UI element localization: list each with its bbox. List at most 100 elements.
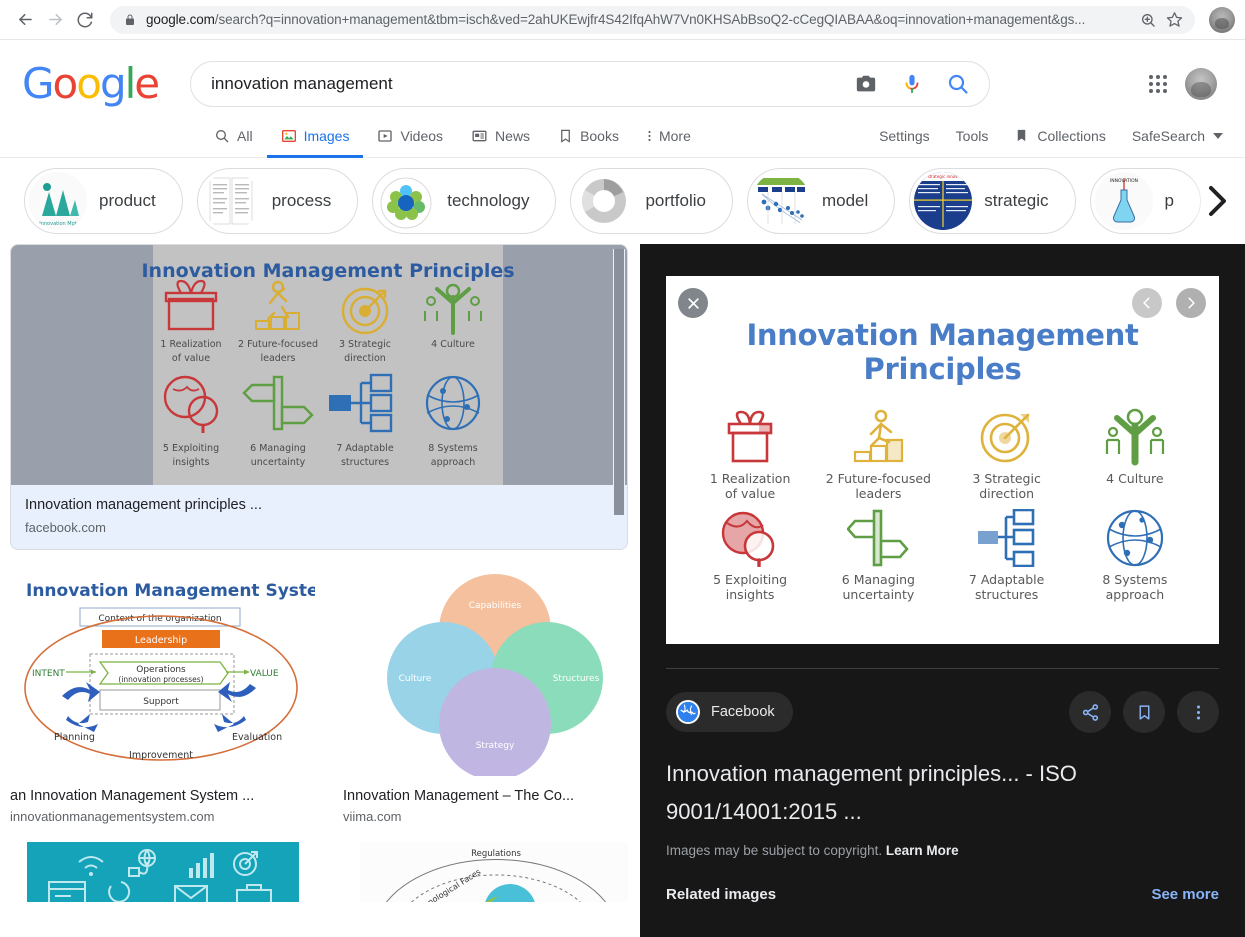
featured-result-thumbnail[interactable]: Innovation Management Principles 1 Reali… bbox=[11, 245, 627, 485]
result-title[interactable]: an Innovation Management System ... bbox=[10, 788, 315, 804]
principle-caption: 7 Adaptable structures bbox=[968, 572, 1045, 602]
tab-all[interactable]: All bbox=[200, 128, 267, 157]
chip-strategic[interactable]: strategic innov. strategic bbox=[909, 168, 1076, 234]
svg-text:INTENT: INTENT bbox=[32, 669, 65, 679]
search-icon[interactable] bbox=[935, 62, 981, 106]
tab-images[interactable]: Images bbox=[266, 128, 364, 158]
featured-result-title[interactable]: Innovation management principles ... bbox=[25, 495, 613, 515]
result-thumbnail[interactable] bbox=[10, 842, 315, 902]
results-row-3: Regulations Technological Faces bbox=[10, 842, 628, 902]
svg-text:VALUE: VALUE bbox=[250, 669, 279, 679]
microphone-icon[interactable] bbox=[889, 62, 935, 106]
google-apps-grid-icon[interactable] bbox=[1149, 75, 1167, 93]
tab-books[interactable]: Books bbox=[544, 128, 633, 157]
principle-caption: 4 Culture bbox=[1106, 471, 1164, 486]
forward-button[interactable] bbox=[40, 5, 70, 35]
tab-videos[interactable]: Videos bbox=[363, 128, 457, 157]
back-button[interactable] bbox=[10, 5, 40, 35]
preview-image-heading: Innovation Management Principles bbox=[746, 318, 1139, 386]
zoom-in-icon[interactable] bbox=[1135, 7, 1161, 33]
profile-avatar[interactable] bbox=[1209, 6, 1235, 33]
close-icon bbox=[687, 297, 699, 309]
svg-text:Support: Support bbox=[143, 697, 179, 707]
principle-caption: 2 Future-focused leaders bbox=[825, 471, 931, 501]
chip-process[interactable]: process bbox=[196, 168, 359, 234]
camera-search-icon[interactable] bbox=[843, 62, 889, 106]
source-site-button[interactable]: Facebook bbox=[666, 692, 793, 732]
tab-books-label: Books bbox=[580, 128, 619, 144]
more-options-button[interactable] bbox=[1177, 691, 1219, 733]
people-group-icon bbox=[1104, 404, 1166, 466]
tab-all-label: All bbox=[237, 128, 253, 144]
chips-scroll-right-button[interactable] bbox=[1189, 168, 1245, 234]
principle-3: 3 Strategic direction bbox=[943, 404, 1071, 501]
svg-text:7 Adaptable: 7 Adaptable bbox=[336, 443, 393, 454]
principle-2: 2 Future-focused leaders bbox=[814, 404, 942, 501]
svg-text:Evaluation: Evaluation bbox=[232, 732, 282, 743]
back-arrow-icon bbox=[18, 13, 32, 26]
google-logo[interactable]: Google bbox=[22, 63, 160, 105]
svg-text:Innovation Mgt: Innovation Mgt bbox=[39, 221, 77, 227]
results-row-2: Innovation Management System Context of … bbox=[10, 568, 628, 824]
result-item[interactable]: Innovation Management System Context of … bbox=[10, 568, 315, 824]
svg-text:Regulations: Regulations bbox=[471, 849, 521, 859]
image-results-column: Innovation Management Principles 1 Reali… bbox=[10, 244, 628, 937]
chip-thumbnail bbox=[377, 172, 436, 230]
search-box[interactable] bbox=[190, 61, 991, 107]
chip-portfolio[interactable]: portfolio bbox=[570, 168, 733, 234]
address-bar[interactable]: google.com/search?q=innovation+managemen… bbox=[110, 5, 1195, 34]
preview-image-container[interactable]: Innovation Management Principles 1 Reali… bbox=[666, 276, 1219, 644]
tab-news[interactable]: News bbox=[457, 128, 544, 157]
share-button[interactable] bbox=[1069, 691, 1111, 733]
related-images-row: Related images See more bbox=[666, 886, 1219, 903]
tools-link[interactable]: Tools bbox=[956, 128, 989, 144]
result-item[interactable] bbox=[10, 842, 315, 902]
card-scrollbar[interactable] bbox=[613, 249, 625, 515]
result-item[interactable]: Regulations Technological Faces bbox=[343, 842, 628, 902]
share-icon bbox=[1082, 703, 1098, 721]
close-preview-button[interactable] bbox=[678, 288, 708, 318]
chip-thumbnail: Innovation Mgt bbox=[29, 172, 87, 230]
chip-product[interactable]: Innovation Mgt product bbox=[24, 168, 183, 234]
reload-button[interactable] bbox=[70, 5, 100, 35]
account-avatar[interactable] bbox=[1185, 68, 1217, 100]
signpost-icon bbox=[847, 505, 910, 567]
url-path: /search?q=innovation+management&tbm=isch… bbox=[214, 12, 1086, 27]
result-item[interactable]: Capabilities Culture Structures Strategy… bbox=[343, 568, 628, 824]
preview-title[interactable]: Innovation management principles... - IS… bbox=[666, 755, 1219, 831]
running-person-steps-icon bbox=[847, 404, 909, 466]
star-icon[interactable] bbox=[1161, 7, 1187, 33]
previous-image-button[interactable] bbox=[1132, 288, 1162, 318]
see-more-link[interactable]: See more bbox=[1151, 886, 1219, 903]
safesearch-dropdown[interactable]: SafeSearch bbox=[1132, 128, 1223, 144]
copyright-notice: Images may be subject to copyright. Lear… bbox=[666, 843, 1219, 858]
svg-text:structures: structures bbox=[341, 457, 389, 468]
principle-7: 7 Adaptable structures bbox=[943, 505, 1071, 602]
next-image-button[interactable] bbox=[1176, 288, 1206, 318]
svg-text:3 Strategic: 3 Strategic bbox=[339, 339, 391, 350]
save-button[interactable] bbox=[1123, 691, 1165, 733]
source-site-label: Facebook bbox=[711, 704, 775, 720]
result-thumbnail[interactable]: Capabilities Culture Structures Strategy bbox=[343, 568, 628, 776]
result-thumbnail[interactable]: Regulations Technological Faces bbox=[343, 842, 628, 902]
tab-more-label: More bbox=[658, 128, 691, 144]
chip-label: portfolio bbox=[645, 191, 706, 210]
result-thumbnail[interactable]: Innovation Management System Context of … bbox=[10, 568, 315, 776]
principle-caption: 5 Exploiting insights bbox=[713, 572, 788, 602]
svg-text:Innovation Management System: Innovation Management System bbox=[26, 581, 315, 601]
chip-technology[interactable]: technology bbox=[372, 168, 557, 234]
principle-5: 5 Exploiting insights bbox=[686, 505, 814, 602]
principle-6: 6 Managing uncertainty bbox=[814, 505, 942, 602]
tab-more[interactable]: More bbox=[633, 128, 705, 157]
collections-link[interactable]: Collections bbox=[1014, 127, 1106, 144]
chip-model[interactable]: model bbox=[746, 168, 896, 234]
chip-p[interactable]: INNOVATION p bbox=[1089, 168, 1201, 234]
featured-result-card[interactable]: Innovation Management Principles 1 Reali… bbox=[10, 244, 628, 550]
more-vertical-icon bbox=[648, 130, 651, 142]
browser-toolbar: google.com/search?q=innovation+managemen… bbox=[0, 0, 1245, 40]
settings-link[interactable]: Settings bbox=[879, 128, 930, 144]
search-input[interactable] bbox=[211, 74, 844, 94]
tab-videos-label: Videos bbox=[400, 128, 444, 144]
learn-more-link[interactable]: Learn More bbox=[886, 843, 959, 858]
result-title[interactable]: Innovation Management – The Co... bbox=[343, 788, 628, 804]
